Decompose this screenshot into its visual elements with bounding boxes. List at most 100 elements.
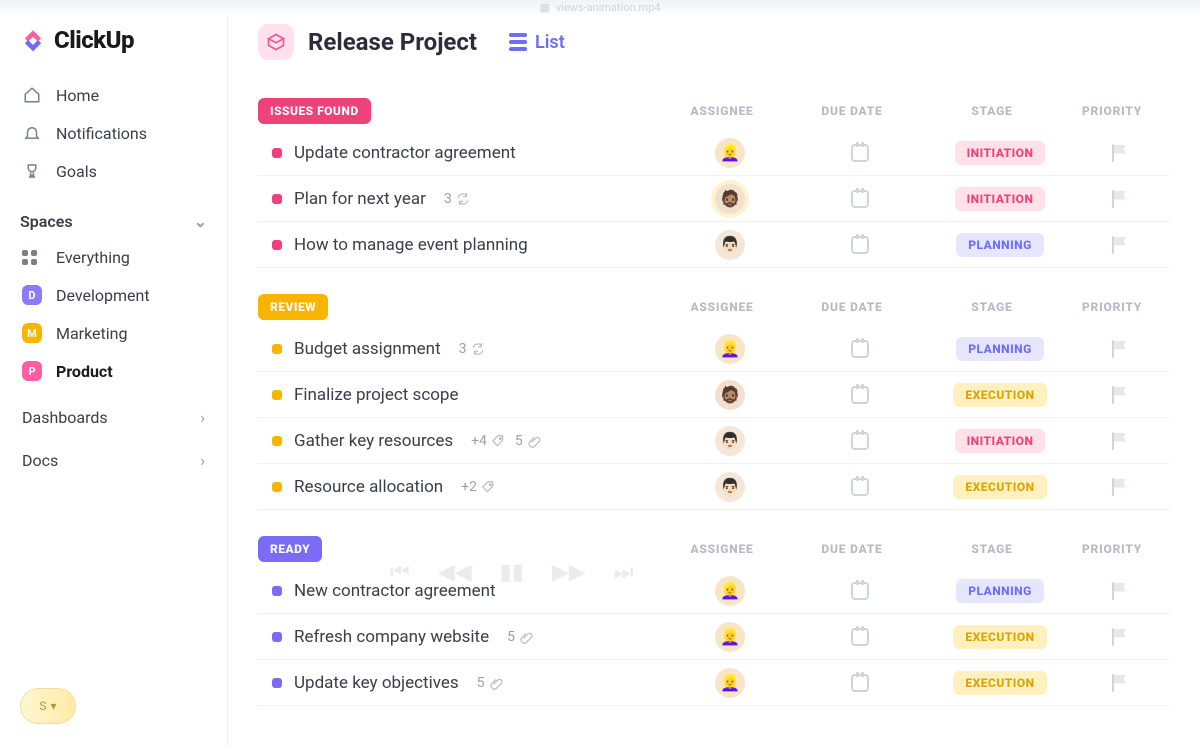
spaces-heading[interactable]: Spaces ⌄: [0, 190, 227, 239]
stage-cell[interactable]: EXECUTION: [930, 625, 1070, 649]
status-pill[interactable]: REVIEW: [258, 294, 328, 320]
group-header: READYASSIGNEEDUE DATESTAGEPRIORITY: [258, 536, 1170, 568]
flag-icon: [1112, 340, 1128, 358]
due-date-cell[interactable]: [790, 582, 930, 600]
nav-home[interactable]: Home: [8, 76, 219, 114]
priority-cell[interactable]: [1070, 190, 1170, 208]
assignee-cell[interactable]: 👱‍♀️: [670, 668, 790, 698]
stage-chip: PLANNING: [956, 337, 1044, 361]
due-date-cell[interactable]: [790, 432, 930, 450]
assignee-cell[interactable]: 👱‍♀️: [670, 622, 790, 652]
task-row[interactable]: Plan for next year3 🧔🏽INITIATION: [258, 176, 1170, 222]
column-due-date: DUE DATE: [782, 542, 922, 556]
due-date-cell[interactable]: [790, 628, 930, 646]
space-list: Everything DDevelopment M Marketing PProduc…: [0, 239, 227, 390]
task-meta-tag[interactable]: +4: [471, 433, 505, 449]
stage-cell[interactable]: EXECUTION: [930, 475, 1070, 499]
calendar-icon: [851, 674, 869, 692]
task-row[interactable]: Resource allocation +2 👨🏻 EXECUTION: [258, 464, 1170, 510]
due-date-cell[interactable]: [790, 478, 930, 496]
priority-cell[interactable]: [1070, 432, 1170, 450]
column-assignee: ASSIGNEE: [662, 542, 782, 556]
task-meta-attach[interactable]: 5: [507, 629, 533, 645]
assignee-cell[interactable]: 🧔🏽: [670, 380, 790, 410]
flag-icon: [1112, 478, 1128, 496]
priority-cell[interactable]: [1070, 386, 1170, 404]
assignee-cell[interactable]: 👨🏻: [670, 230, 790, 260]
task-title: Finalize project scope: [294, 385, 459, 405]
due-date-cell[interactable]: [790, 190, 930, 208]
task-meta-recur[interactable]: 3: [444, 191, 470, 207]
stage-cell[interactable]: INITIATION: [930, 429, 1070, 453]
space-label: Marketing: [56, 324, 127, 343]
space-badge: M: [22, 323, 42, 343]
task-row[interactable]: New contractor agreement👱‍♀️PLANNING: [258, 568, 1170, 614]
sidebar-docs[interactable]: Docs ›: [8, 439, 219, 482]
priority-cell[interactable]: [1070, 144, 1170, 162]
due-date-cell[interactable]: [790, 236, 930, 254]
space-label: Development: [56, 286, 150, 305]
stage-cell[interactable]: INITIATION: [930, 187, 1070, 211]
avatar: 👨🏻: [715, 426, 745, 456]
priority-cell[interactable]: [1070, 674, 1170, 692]
nav-notifications-label: Notifications: [56, 124, 147, 143]
task-meta-recur[interactable]: 3: [459, 341, 485, 357]
nav-notifications[interactable]: Notifications: [8, 114, 219, 152]
assignee-cell[interactable]: 👨🏻: [670, 426, 790, 456]
task-row[interactable]: How to manage event planning👨🏻PLANNING: [258, 222, 1170, 268]
user-pill[interactable]: S ▾: [20, 688, 76, 724]
nav-goals[interactable]: Goals: [8, 152, 219, 190]
stage-cell[interactable]: INITIATION: [930, 141, 1070, 165]
priority-cell[interactable]: [1070, 582, 1170, 600]
due-date-cell[interactable]: [790, 340, 930, 358]
task-row[interactable]: Refresh company website5 👱‍♀️EXECUTION: [258, 614, 1170, 660]
priority-cell[interactable]: [1070, 236, 1170, 254]
brand-logo[interactable]: ClickUp: [0, 18, 227, 76]
home-icon: [22, 85, 42, 105]
avatar: 🧔🏽: [715, 184, 745, 214]
space-item-marketing[interactable]: M Marketing: [8, 314, 219, 352]
assignee-cell[interactable]: 👱‍♀️: [670, 138, 790, 168]
flag-icon: [1112, 432, 1128, 450]
stage-cell[interactable]: PLANNING: [930, 233, 1070, 257]
stage-cell[interactable]: PLANNING: [930, 337, 1070, 361]
task-row[interactable]: Finalize project scope 🧔🏽 EXECUTION: [258, 372, 1170, 418]
avatar: 👱‍♀️: [715, 668, 745, 698]
assignee-cell[interactable]: 👱‍♀️: [670, 576, 790, 606]
task-title: Resource allocation: [294, 477, 443, 497]
task-title: Update key objectives: [294, 673, 459, 693]
stage-cell[interactable]: EXECUTION: [930, 383, 1070, 407]
brand-name: ClickUp: [54, 26, 134, 54]
task-meta-attach[interactable]: 5: [515, 433, 541, 449]
status-pill[interactable]: READY: [258, 536, 322, 562]
flag-icon: [1112, 674, 1128, 692]
task-row[interactable]: Budget assignment3 👱‍♀️PLANNING: [258, 326, 1170, 372]
assignee-cell[interactable]: 👨🏻: [670, 472, 790, 502]
task-meta-attach[interactable]: 5: [477, 675, 503, 691]
status-pill[interactable]: ISSUES FOUND: [258, 98, 371, 124]
task-row[interactable]: Gather key resources+4 5 👨🏻INITIATION: [258, 418, 1170, 464]
space-everything[interactable]: Everything: [8, 239, 219, 276]
priority-cell[interactable]: [1070, 478, 1170, 496]
sidebar-dashboards-label: Dashboards: [22, 408, 108, 427]
assignee-cell[interactable]: 👱‍♀️: [670, 334, 790, 364]
sidebar-dashboards[interactable]: Dashboards ›: [8, 396, 219, 439]
flag-icon: [1112, 628, 1128, 646]
stage-cell[interactable]: PLANNING: [930, 579, 1070, 603]
task-row[interactable]: Update key objectives 5 👱‍♀️ EXECUTION: [258, 660, 1170, 706]
space-item-development[interactable]: DDevelopment: [8, 276, 219, 314]
priority-cell[interactable]: [1070, 340, 1170, 358]
priority-cell[interactable]: [1070, 628, 1170, 646]
due-date-cell[interactable]: [790, 386, 930, 404]
view-switch-list[interactable]: List: [509, 32, 565, 53]
calendar-icon: [851, 236, 869, 254]
project-icon: [258, 24, 294, 60]
space-item-product[interactable]: PProduct: [8, 352, 219, 390]
stage-cell[interactable]: EXECUTION: [930, 671, 1070, 695]
assignee-cell[interactable]: 🧔🏽: [670, 184, 790, 214]
due-date-cell[interactable]: [790, 674, 930, 692]
task-row[interactable]: Update contractor agreement👱‍♀️INITIATIO…: [258, 130, 1170, 176]
due-date-cell[interactable]: [790, 144, 930, 162]
calendar-icon: [851, 432, 869, 450]
task-meta-tag[interactable]: +2: [461, 479, 495, 495]
